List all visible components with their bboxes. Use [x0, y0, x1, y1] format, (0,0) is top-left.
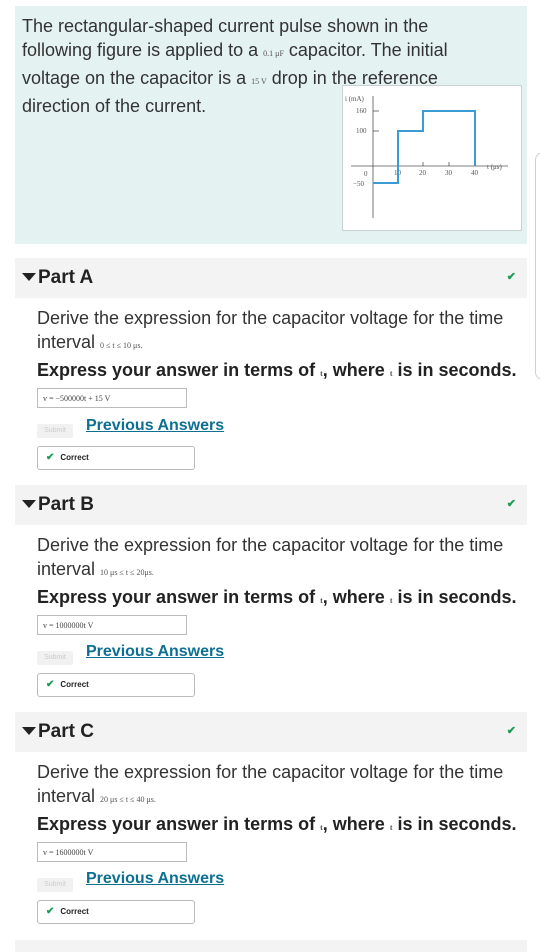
part-a-submit-button[interactable]: Submit [37, 424, 73, 438]
caret-down-icon [22, 727, 36, 735]
part-a-title: Part A [22, 267, 93, 289]
part-a-instructions: Express your answer in terms of t, where… [37, 360, 517, 381]
part-b-status-text: Correct [60, 680, 89, 689]
part-a-title-text: Part A [38, 267, 94, 288]
part-a-previous-answers-link[interactable]: Previous Answers [86, 417, 224, 435]
part-c-instr-2: , where [322, 814, 390, 834]
part-a-question: Derive the expression for the capacitor … [37, 306, 517, 358]
part-c-status-text: Correct [60, 907, 89, 916]
part-c-question: Derive the expression for the capacitor … [37, 760, 517, 812]
x-axis-label: t (μs) [487, 163, 503, 171]
y-tick-label-160: 160 [356, 107, 367, 115]
part-c-status-box: ✔ Correct [37, 900, 195, 924]
part-a-status-box: ✔ Correct [37, 446, 195, 470]
part-c-answer-field[interactable]: v = 1600000t V [37, 842, 187, 862]
part-a-instr-1: Express your answer in terms of [37, 360, 321, 380]
capacitance-value: 0.1 μF [263, 49, 284, 58]
part-a-instr-2: , where [322, 360, 390, 380]
check-icon: ✔ [46, 679, 55, 690]
part-b-submit-button[interactable]: Submit [37, 651, 73, 665]
side-panel-handle[interactable] [535, 152, 540, 380]
current-pulse-graph: i (mA) t (μs) 160 100 0 −50 10 20 30 40 [345, 95, 508, 218]
part-b-interval: 10 μs ≤ t ≤ 20μs. [100, 568, 154, 577]
x-tick-label-40: 40 [471, 169, 479, 177]
part-b-answer-field[interactable]: v = 1000000t V [37, 615, 187, 635]
part-c-header[interactable]: Part C ✔ [15, 712, 527, 752]
next-part-header[interactable] [15, 940, 527, 952]
part-c-title: Part C [22, 721, 94, 743]
part-b-header[interactable]: Part B ✔ [15, 485, 527, 525]
part-a-status-text: Correct [60, 453, 89, 462]
caret-down-icon [22, 273, 36, 281]
check-icon: ✔ [46, 906, 55, 917]
part-b-title-text: Part B [38, 494, 94, 515]
x-tick-label-30: 30 [445, 169, 453, 177]
part-a-header[interactable]: Part A ✔ [15, 258, 527, 298]
part-b-question: Derive the expression for the capacitor … [37, 533, 517, 585]
part-b-instr-3: is in seconds. [392, 587, 517, 607]
part-c-instructions: Express your answer in terms of t, where… [37, 814, 517, 835]
part-c-submit-button[interactable]: Submit [37, 878, 73, 892]
part-c-instr-3: is in seconds. [392, 814, 517, 834]
part-b-title: Part B [22, 494, 94, 516]
part-a-interval: 0 ≤ t ≤ 10 μs. [100, 341, 143, 350]
part-b-instructions: Express your answer in terms of t, where… [37, 587, 517, 608]
y-tick-label-0: 0 [364, 170, 368, 178]
part-b-instr-2: , where [322, 587, 390, 607]
part-c-interval: 20 μs ≤ t ≤ 40 μs. [100, 795, 156, 804]
part-c-title-text: Part C [38, 721, 94, 742]
part-c-previous-answers-link[interactable]: Previous Answers [86, 870, 224, 888]
check-icon: ✔ [506, 725, 516, 737]
problem-statement: The rectangular-shaped current pulse sho… [15, 6, 527, 244]
initial-voltage-value: 15 V [251, 77, 267, 86]
y-tick-label-100: 100 [356, 127, 367, 135]
caret-down-icon [22, 500, 36, 508]
check-icon: ✔ [46, 452, 55, 463]
check-icon: ✔ [506, 271, 516, 283]
part-b-status-box: ✔ Correct [37, 673, 195, 697]
part-a-answer-field[interactable]: v = −500000t + 15 V [37, 388, 187, 408]
current-pulse-figure: i (mA) t (μs) 160 100 0 −50 10 20 30 40 [342, 85, 522, 231]
y-tick-label-minus50: −50 [353, 180, 364, 188]
part-b-instr-1: Express your answer in terms of [37, 587, 321, 607]
y-axis-label: i (mA) [345, 95, 365, 103]
part-a-instr-3: is in seconds. [392, 360, 517, 380]
check-icon: ✔ [506, 498, 516, 510]
part-c-instr-1: Express your answer in terms of [37, 814, 321, 834]
x-tick-label-20: 20 [419, 169, 427, 177]
part-b-previous-answers-link[interactable]: Previous Answers [86, 643, 224, 661]
